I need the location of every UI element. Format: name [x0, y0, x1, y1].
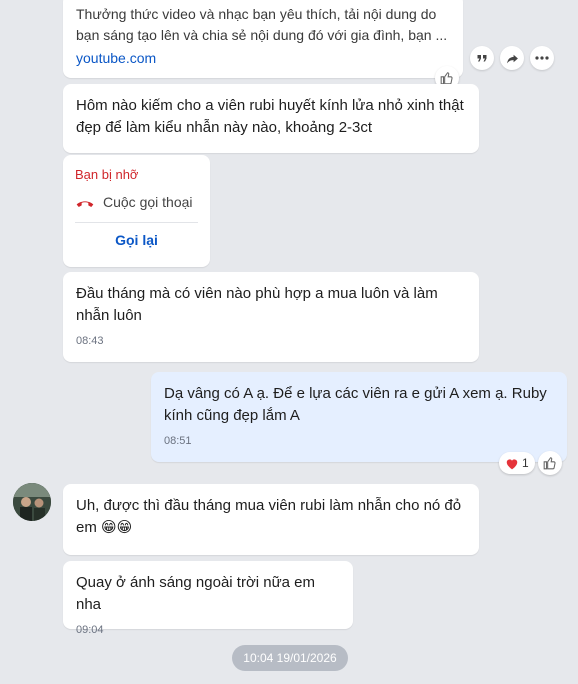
share-icon: [506, 54, 518, 63]
call-back-button[interactable]: Gọi lại: [75, 232, 198, 248]
message-time: 08:43: [76, 335, 104, 347]
quote-button[interactable]: [470, 46, 494, 70]
message-bubble[interactable]: Hôm nào kiếm cho a viên rubi huyết kính …: [63, 84, 479, 153]
reaction-count: 1: [522, 456, 529, 470]
thumbs-up-icon: [543, 457, 556, 470]
message-actions: [470, 46, 554, 70]
thumbs-up-icon: [440, 72, 453, 85]
message-text: Quay ở ánh sáng ngoài trời nữa em nha: [76, 574, 316, 613]
missed-call-icon: [76, 201, 94, 207]
reaction-chip[interactable]: 1: [499, 452, 535, 474]
message-time: 08:51: [164, 435, 192, 447]
divider: [75, 222, 198, 223]
share-button[interactable]: [500, 46, 524, 70]
avatar-image: [13, 483, 51, 521]
more-button[interactable]: [530, 46, 554, 70]
call-type-label: Cuộc gọi thoại: [103, 194, 193, 210]
quote-icon: [477, 55, 487, 62]
link-preview-card[interactable]: Thưởng thức video và nhạc bạn yêu thích,…: [63, 0, 463, 78]
avatar[interactable]: [13, 483, 51, 521]
message-text: Hôm nào kiếm cho a viên rubi huyết kính …: [76, 97, 464, 136]
message-bubble[interactable]: Quay ở ánh sáng ngoài trời nữa em nha 09…: [63, 561, 353, 636]
more-icon: [535, 56, 549, 60]
missed-call-title: Bạn bị nhỡ: [75, 167, 139, 182]
link-domain[interactable]: youtube.com: [76, 50, 450, 66]
message-text: Dạ vâng có A ạ. Để e lựa các viên ra e g…: [164, 385, 547, 424]
message-bubble[interactable]: Uh, được thì đầu tháng mua viên rubi làm…: [63, 484, 479, 555]
link-description: Thưởng thức video và nhạc bạn yêu thích,…: [76, 6, 448, 43]
message-text: Uh, được thì đầu tháng mua viên rubi làm…: [76, 497, 462, 536]
message-bubble[interactable]: Đầu tháng mà có viên nào phù hợp a mua l…: [63, 272, 479, 362]
date-separator: 10:04 19/01/2026: [232, 645, 348, 671]
own-message-bubble[interactable]: Dạ vâng có A ạ. Để e lựa các viên ra e g…: [151, 372, 567, 462]
message-time: 09:04: [76, 624, 104, 636]
like-button[interactable]: [538, 451, 562, 475]
heart-icon: [506, 458, 518, 469]
missed-call-card: Bạn bị nhỡ Cuộc gọi thoại Gọi lại: [63, 155, 210, 267]
message-text: Đầu tháng mà có viên nào phù hợp a mua l…: [76, 285, 438, 324]
